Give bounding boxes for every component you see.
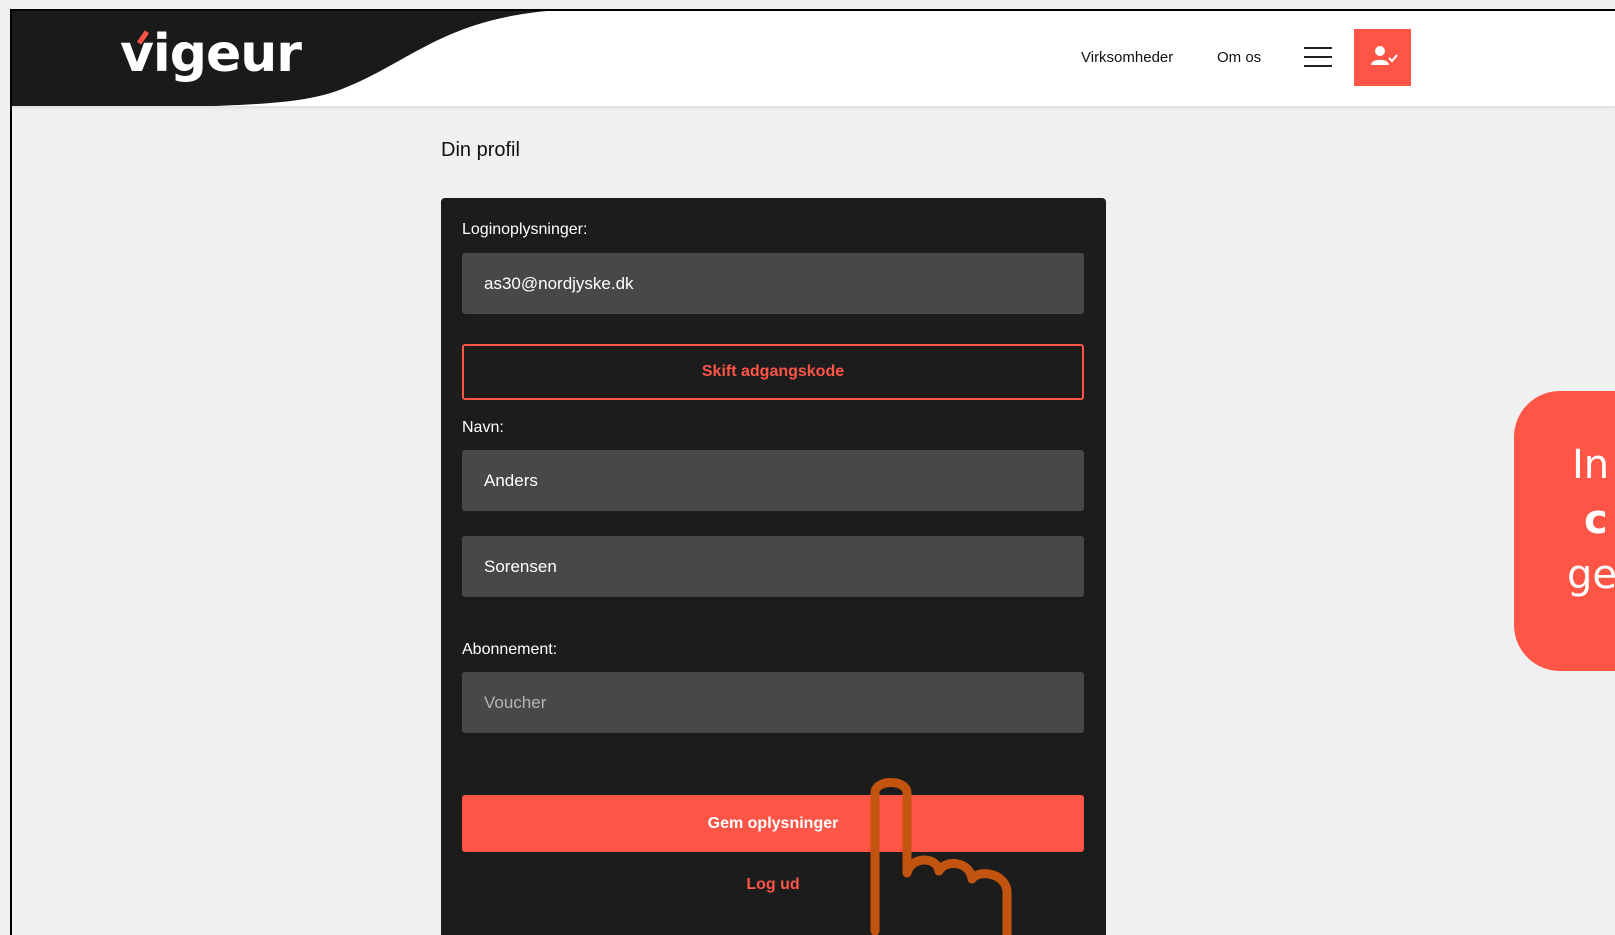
login-label: Loginoplysninger: bbox=[462, 221, 588, 238]
vigeur-logo[interactable]: vigeur bbox=[120, 19, 302, 89]
pointer-hand-icon bbox=[870, 778, 1012, 935]
app-frame: vigeur Virksomheder Om os Din profil Log… bbox=[10, 9, 1615, 935]
email-field[interactable] bbox=[462, 253, 1084, 314]
callout-line-2: c bbox=[1584, 497, 1608, 543]
nav-om-os[interactable]: Om os bbox=[1217, 49, 1261, 66]
hamburger-menu-icon[interactable] bbox=[1304, 47, 1332, 69]
callout-line-1: In bbox=[1572, 442, 1610, 488]
first-name-field[interactable] bbox=[462, 450, 1084, 511]
name-label: Navn: bbox=[462, 419, 504, 436]
last-name-field[interactable] bbox=[462, 536, 1084, 597]
instruction-callout: In c ge bbox=[1514, 391, 1615, 671]
site-header: vigeur Virksomheder Om os bbox=[12, 11, 1615, 106]
voucher-field[interactable] bbox=[462, 672, 1084, 733]
nav-virksomheder[interactable]: Virksomheder bbox=[1081, 49, 1173, 66]
callout-line-3: ge bbox=[1567, 552, 1615, 598]
change-password-button[interactable]: Skift adgangskode bbox=[462, 344, 1084, 400]
subscription-label: Abonnement: bbox=[462, 641, 558, 658]
page-title: Din profil bbox=[441, 139, 520, 161]
user-profile-button[interactable] bbox=[1354, 29, 1411, 86]
user-check-icon bbox=[1371, 46, 1398, 65]
